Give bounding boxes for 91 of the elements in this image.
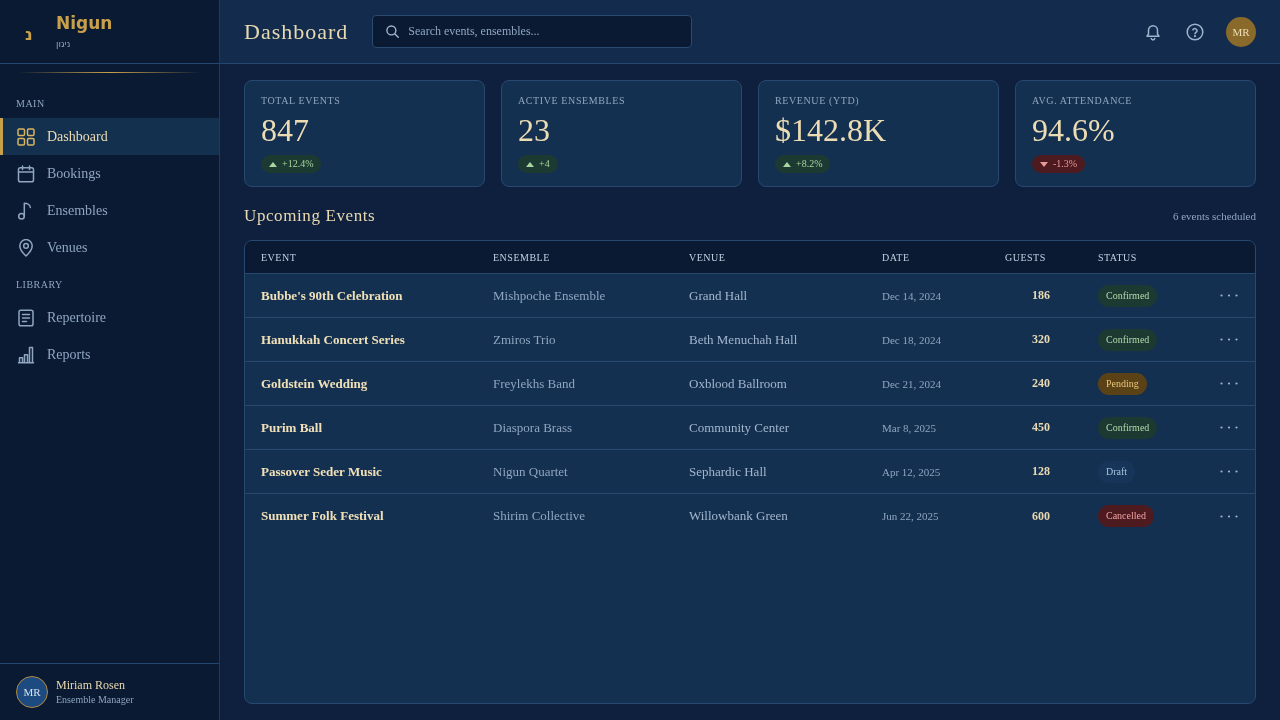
grid-icon xyxy=(17,127,35,146)
venue-name: Grand Hall xyxy=(689,287,748,304)
bell-icon xyxy=(1144,22,1162,41)
guest-count: 128 xyxy=(1032,464,1050,479)
more-icon xyxy=(1219,514,1238,518)
brand-name: Nigun xyxy=(56,12,113,34)
venue-name: Sephardic Hall xyxy=(689,463,767,480)
brand-subtitle: ניגון xyxy=(56,38,71,51)
stat-label: AVG. ATTENDANCE xyxy=(1032,94,1132,108)
ensemble-name: Zmiros Trio xyxy=(493,331,556,348)
stat-label: ACTIVE ENSEMBLES xyxy=(518,94,626,108)
stat-label: REVENUE (YTD) xyxy=(775,94,860,108)
more-icon xyxy=(1219,470,1238,473)
stat-value: 23 xyxy=(518,111,550,149)
status-badge: Cancelled xyxy=(1098,505,1154,527)
event-date: Apr 12, 2025 xyxy=(882,465,941,478)
bar-chart-icon xyxy=(17,345,35,364)
column-header: DATE xyxy=(882,251,910,263)
event-name: Hanukkah Concert Series xyxy=(261,331,405,348)
triangle-down-icon xyxy=(1040,161,1048,167)
ensemble-name: Nigun Quartet xyxy=(493,463,568,480)
help-icon xyxy=(1186,22,1204,41)
ensemble-name: Diaspora Brass xyxy=(493,419,573,436)
column-header: ENSEMBLE xyxy=(493,251,550,263)
event-date: Jun 22, 2025 xyxy=(882,510,939,522)
event-name: Bubbe's 90th Celebration xyxy=(261,287,403,304)
section-title: Upcoming Events xyxy=(244,205,376,227)
triangle-up-icon xyxy=(269,161,277,167)
stat-value: 94.6% xyxy=(1032,111,1115,149)
event-date: Dec 14, 2024 xyxy=(882,289,941,302)
stat-value: $142.8K xyxy=(775,111,887,149)
event-name: Goldstein Wedding xyxy=(261,375,368,392)
event-name: Passover Seder Music xyxy=(261,463,382,480)
triangle-up-icon xyxy=(783,161,791,167)
column-header: STATUS xyxy=(1098,251,1137,263)
document-icon xyxy=(17,308,35,327)
more-icon xyxy=(1219,426,1238,429)
stat-value: 847 xyxy=(261,111,309,149)
venue-name: Community Center xyxy=(689,419,790,436)
status-badge: Draft xyxy=(1098,460,1136,483)
nav-item[interactable]: Dashboard xyxy=(0,118,219,155)
event-date: Dec 21, 2024 xyxy=(882,377,941,390)
user-name: Miriam Rosen xyxy=(56,678,125,693)
column-header: VENUE xyxy=(689,251,726,263)
account-avatar[interactable]: MR xyxy=(1226,16,1256,47)
trend-value: +12.4% xyxy=(282,158,314,170)
page-title: Dashboard xyxy=(244,17,349,46)
guest-count: 186 xyxy=(1032,288,1050,303)
more-icon xyxy=(1219,294,1238,297)
nav-item[interactable]: Bookings xyxy=(0,155,219,192)
guest-count: 600 xyxy=(1032,508,1050,524)
nav-item[interactable]: Ensembles xyxy=(0,192,219,229)
trend-value: +8.2% xyxy=(796,158,823,170)
column-header: EVENT xyxy=(261,251,297,263)
section-label: LIBRARY xyxy=(16,278,63,292)
nav-item[interactable]: Venues xyxy=(0,229,219,266)
user-role: Ensemble Manager xyxy=(56,693,134,706)
status-badge: Confirmed xyxy=(1098,328,1158,351)
ensemble-name: Freylekhs Band xyxy=(493,375,575,392)
search-field[interactable]: Search events, ensembles... xyxy=(372,15,693,48)
guest-count: 450 xyxy=(1032,420,1050,435)
calendar-icon xyxy=(17,164,35,183)
triangle-up-icon xyxy=(526,161,534,167)
event-name: Purim Ball xyxy=(261,419,323,436)
event-name: Summer Folk Festival xyxy=(261,508,384,524)
status-badge: Pending xyxy=(1098,372,1147,395)
search-icon xyxy=(386,25,400,38)
trend-value: +4 xyxy=(539,158,550,170)
status-badge: Confirmed xyxy=(1098,284,1158,307)
section-label: MAIN xyxy=(16,97,45,111)
more-icon xyxy=(1219,338,1238,341)
event-count: 6 events scheduled xyxy=(1172,210,1256,222)
ensemble-name: Mishpoche Ensemble xyxy=(493,287,606,304)
trend-value: -1.3% xyxy=(1053,158,1078,170)
guest-count: 240 xyxy=(1032,376,1050,391)
ensemble-name: Shirim Collective xyxy=(493,508,586,524)
column-header: GUESTS xyxy=(1005,251,1046,263)
user-avatar: MR xyxy=(16,676,48,708)
logo-mark: נ xyxy=(25,23,34,44)
map-pin-icon xyxy=(17,238,35,257)
nav-item[interactable]: Reports xyxy=(0,336,219,373)
event-date: Mar 8, 2025 xyxy=(882,421,937,434)
stat-label: TOTAL EVENTS xyxy=(261,94,341,108)
status-badge: Confirmed xyxy=(1098,416,1158,439)
event-date: Dec 18, 2024 xyxy=(882,333,941,346)
venue-name: Oxblood Ballroom xyxy=(689,375,787,392)
guest-count: 320 xyxy=(1032,332,1050,347)
more-icon xyxy=(1219,382,1238,385)
venue-name: Beth Menuchah Hall xyxy=(689,331,798,348)
nav-item[interactable]: Repertoire xyxy=(0,299,219,336)
venue-name: Willowbank Green xyxy=(689,508,788,524)
